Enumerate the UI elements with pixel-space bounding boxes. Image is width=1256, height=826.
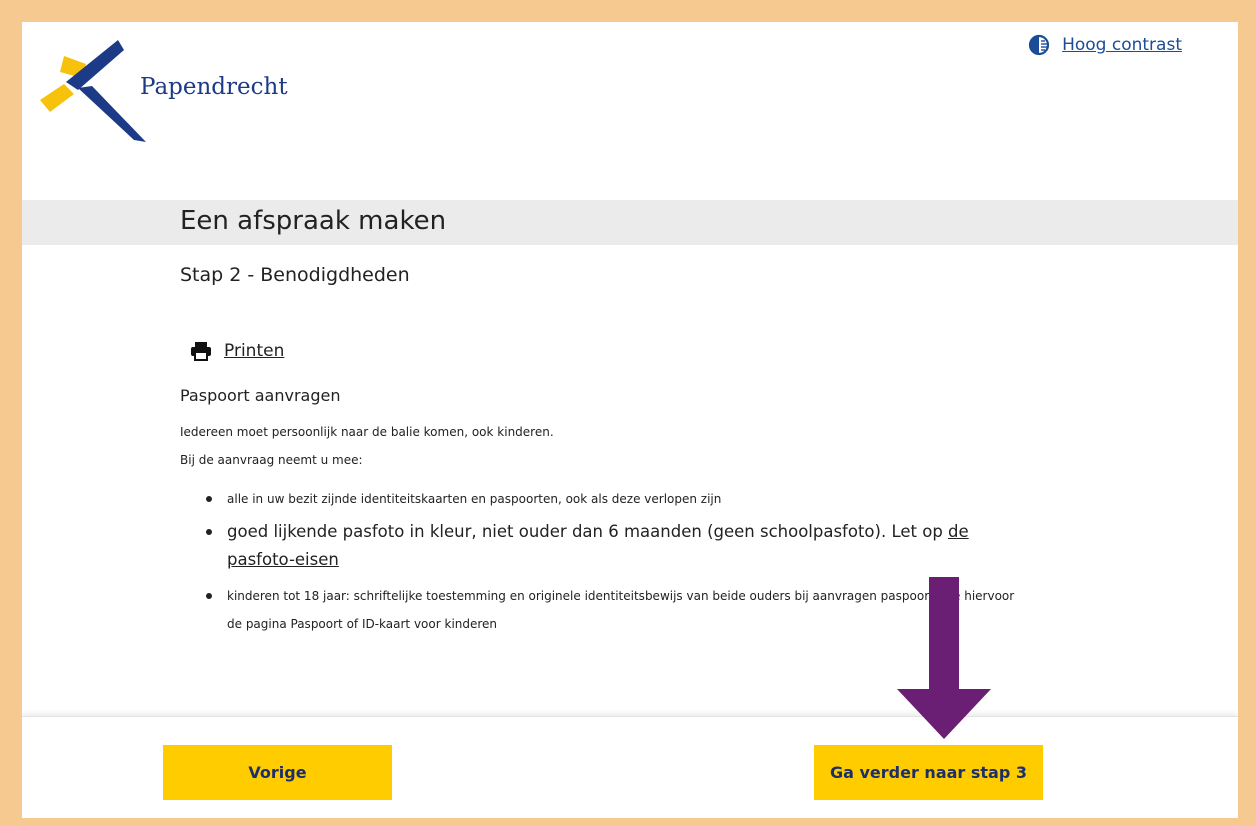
info-paragraph: Bij de aanvraag neemt u mee: <box>180 453 363 467</box>
arrow-down-icon <box>897 577 991 739</box>
print-link[interactable]: Printen <box>224 341 284 361</box>
logo-text: Papendrecht <box>140 74 288 100</box>
page-frame: Papendrecht Hoog contrast Een afspraak m… <box>22 22 1238 818</box>
list-item-text: alle in uw bezit zijnde identiteitskaart… <box>227 492 722 506</box>
papendrecht-logo[interactable]: Papendrecht <box>38 38 288 148</box>
list-item: goed lijkende pasfoto in kleur, niet oud… <box>200 518 1020 574</box>
printer-icon <box>191 342 211 361</box>
footer-bar: Vorige Ga verder naar stap 3 <box>22 716 1238 818</box>
info-paragraph: Iedereen moet persoonlijk naar de balie … <box>180 425 554 439</box>
list-item: alle in uw bezit zijnde identiteitskaart… <box>200 490 1020 508</box>
print-action[interactable]: Printen <box>190 341 284 361</box>
step-title: Stap 2 - Benodigdheden <box>180 264 410 286</box>
page-title: Een afspraak maken <box>180 206 447 236</box>
high-contrast-toggle[interactable]: Hoog contrast <box>1028 34 1182 56</box>
page-title-band: Een afspraak maken <box>22 200 1238 245</box>
contrast-icon <box>1028 34 1050 56</box>
list-item-text: goed lijkende pasfoto in kleur, niet oud… <box>227 522 949 541</box>
high-contrast-link[interactable]: Hoog contrast <box>1062 35 1182 55</box>
previous-button[interactable]: Vorige <box>163 745 392 800</box>
section-title: Paspoort aanvragen <box>180 386 341 405</box>
next-step-button[interactable]: Ga verder naar stap 3 <box>814 745 1043 800</box>
